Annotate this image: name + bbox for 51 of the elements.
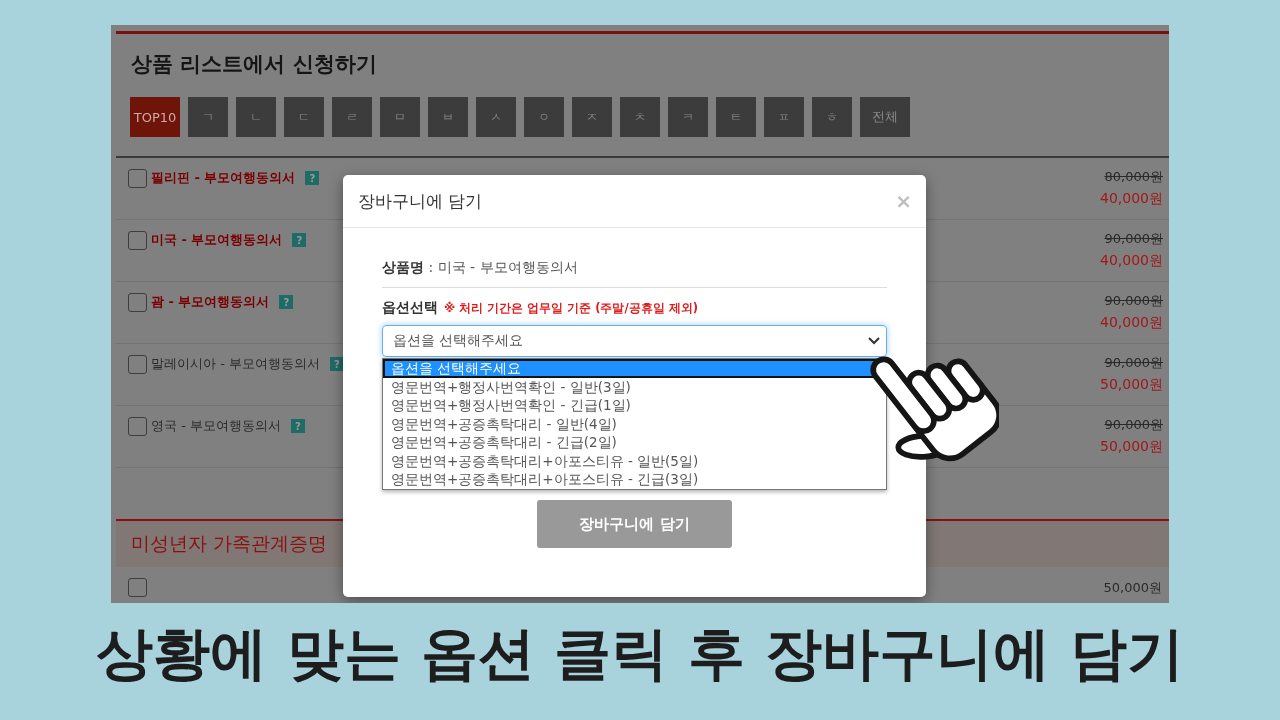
checkbox[interactable] bbox=[128, 354, 147, 374]
product-name[interactable]: 괌 - 부모여행동의서 bbox=[151, 293, 270, 311]
option-label: 옵션선택 bbox=[382, 299, 438, 317]
option-note: ※ 처리 기간은 업무일 기준 (주말/공휴일 제외) bbox=[444, 300, 698, 316]
option-select[interactable]: 옵션을 선택해주세요 bbox=[382, 325, 887, 357]
sale-price: 40,000원 bbox=[1100, 252, 1163, 270]
product-name[interactable]: 미국 - 부모여행동의서 bbox=[151, 231, 283, 249]
help-icon[interactable]: ? bbox=[292, 233, 307, 247]
product-label: 상품명 : 미국 - 부모여행동의서 bbox=[382, 258, 579, 277]
index-tab[interactable]: ㅌ bbox=[716, 97, 756, 137]
index-tab[interactable]: ㅅ bbox=[476, 97, 516, 137]
checkbox[interactable] bbox=[128, 416, 147, 436]
option-item[interactable]: 영문번역+공증촉탁대리 - 긴급(2일) bbox=[383, 433, 886, 452]
product-name[interactable]: 필리핀 - 부모여행동의서 bbox=[151, 169, 296, 187]
index-tab[interactable]: ㅊ bbox=[620, 97, 660, 137]
index-tab[interactable]: TOP10 bbox=[130, 97, 180, 137]
option-item[interactable]: 영문번역+공증촉탁대리+아포스티유 - 긴급(3일) bbox=[383, 470, 886, 489]
index-tab[interactable]: ㅇ bbox=[524, 97, 564, 137]
sale-price: 50,000원 bbox=[1100, 376, 1163, 394]
index-tab[interactable]: ㅎ bbox=[812, 97, 852, 137]
section-title: 미성년자 가족관계증명 bbox=[131, 531, 328, 556]
help-icon[interactable]: ? bbox=[329, 357, 344, 371]
index-tab[interactable]: ㄷ bbox=[284, 97, 324, 137]
option-item[interactable]: 영문번역+행정사번역확인 - 긴급(1일) bbox=[383, 396, 886, 415]
sale-price: 40,000원 bbox=[1100, 314, 1163, 332]
index-tab[interactable]: ㅍ bbox=[764, 97, 804, 137]
chevron-icon bbox=[868, 337, 880, 345]
help-icon[interactable]: ? bbox=[290, 419, 305, 433]
add-to-cart-button[interactable]: 장바구니에 담기 bbox=[537, 500, 732, 548]
section-title: 상품 리스트에서 신청하기 bbox=[131, 51, 378, 78]
help-icon[interactable]: ? bbox=[305, 171, 320, 185]
caption-text: 상황에 맞는 옵션 클릭 후 장바구니에 담기 bbox=[95, 619, 1185, 688]
checkbox[interactable] bbox=[128, 230, 147, 250]
price: 50,000원 bbox=[1103, 579, 1162, 597]
product-name[interactable]: 영국 - 부모여행동의서 bbox=[151, 417, 281, 435]
original-price: 80,000원 bbox=[1104, 168, 1163, 186]
product-name[interactable]: 말레이시아 - 부모여행동의서 bbox=[151, 355, 320, 373]
original-price: 90,000원 bbox=[1104, 292, 1163, 310]
help-icon[interactable]: ? bbox=[279, 295, 294, 309]
original-price: 90,000원 bbox=[1104, 416, 1163, 434]
checkbox[interactable] bbox=[128, 578, 147, 597]
close-button[interactable]: × bbox=[895, 189, 912, 213]
index-tab[interactable]: ㅈ bbox=[572, 97, 612, 137]
sale-price: 50,000원 bbox=[1100, 438, 1163, 456]
index-tab[interactable]: 전체 bbox=[860, 97, 910, 137]
checkbox[interactable] bbox=[128, 292, 147, 312]
original-price: 90,000원 bbox=[1104, 230, 1163, 248]
original-price: 90,000원 bbox=[1104, 354, 1163, 372]
sale-price: 40,000원 bbox=[1100, 190, 1163, 208]
modal-title: 장바구니에 담기 bbox=[358, 189, 483, 213]
checkbox[interactable] bbox=[128, 168, 147, 188]
